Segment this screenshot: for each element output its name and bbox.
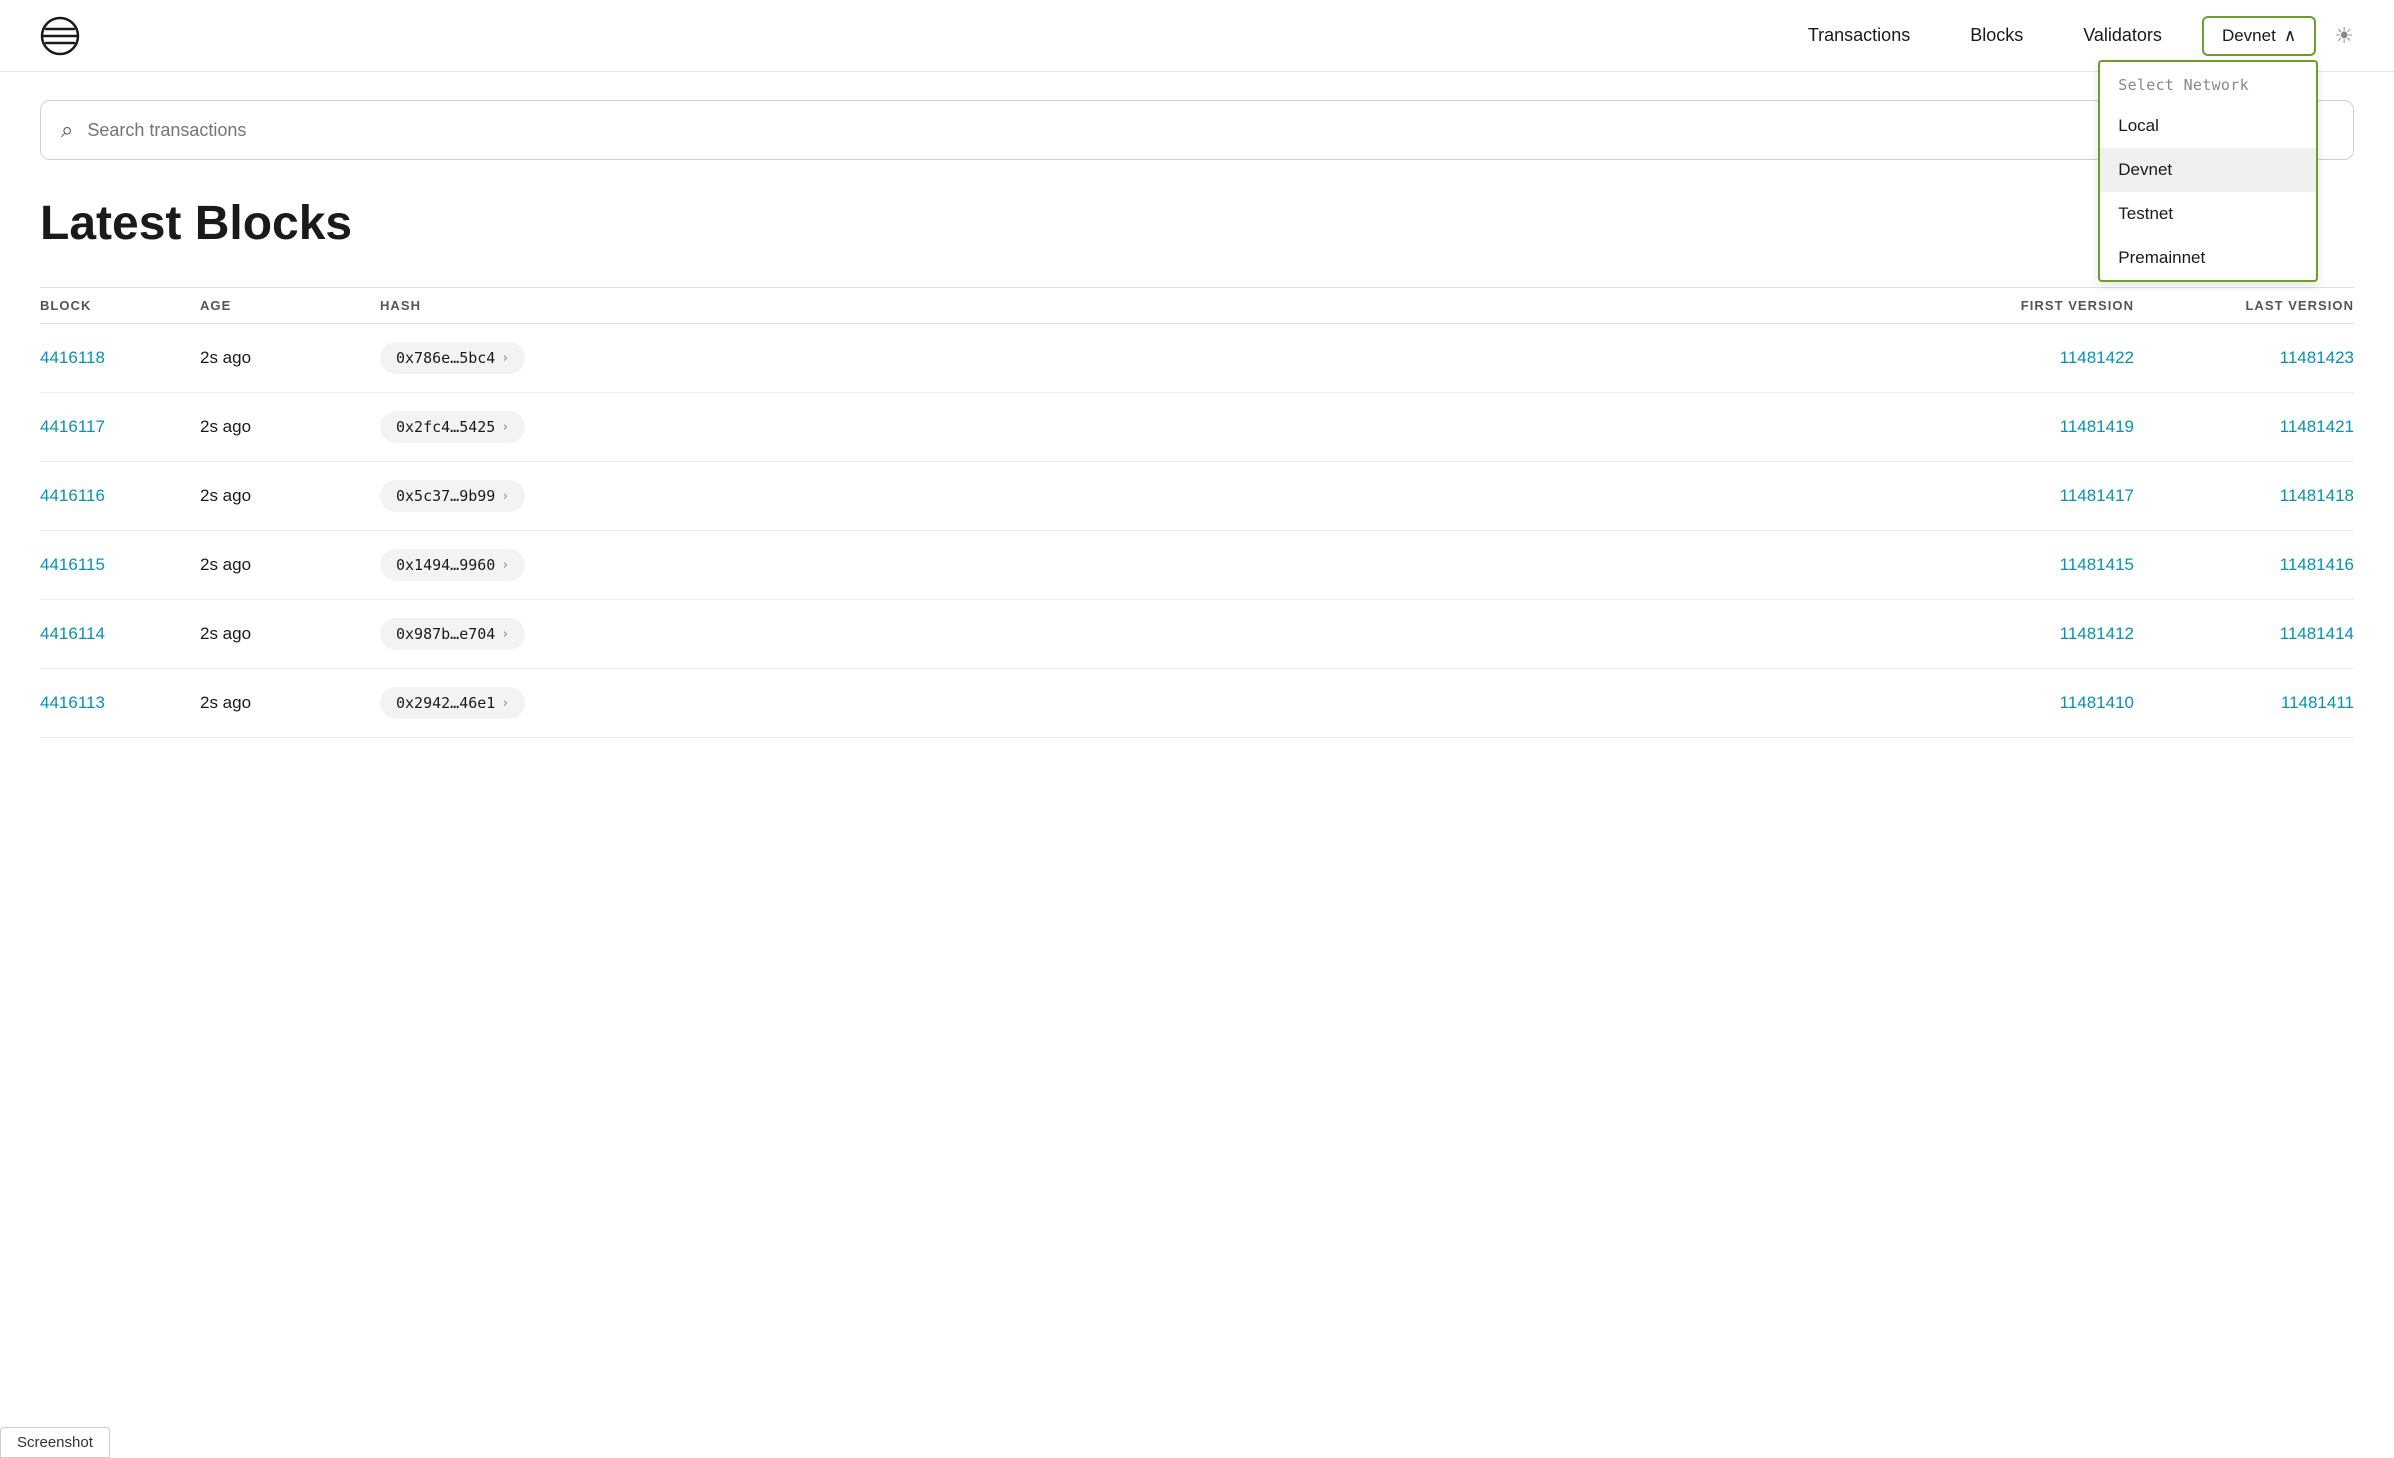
cell-first-version-2[interactable]: 11481417 <box>1914 486 2134 506</box>
cell-first-version-5[interactable]: 11481410 <box>1914 693 2134 713</box>
cell-hash-container-2: 0x5c37…9b99 › <box>380 480 1914 512</box>
dropdown-header: Select Network <box>2100 62 2316 104</box>
cell-last-version-3[interactable]: 11481416 <box>2134 555 2354 575</box>
hash-arrow-1: › <box>501 420 509 435</box>
cell-first-version-1[interactable]: 11481419 <box>1914 417 2134 437</box>
nav-transactions[interactable]: Transactions <box>1808 25 1910 46</box>
cell-hash-container-5: 0x2942…46e1 › <box>380 687 1914 719</box>
logo[interactable] <box>40 16 80 56</box>
table-row: 4416117 2s ago 0x2fc4…5425 › 11481419 11… <box>40 393 2354 462</box>
cell-first-version-4[interactable]: 11481412 <box>1914 624 2134 644</box>
cell-last-version-2[interactable]: 11481418 <box>2134 486 2354 506</box>
search-input[interactable] <box>87 120 2333 141</box>
table-row: 4416113 2s ago 0x2942…46e1 › 11481410 11… <box>40 669 2354 738</box>
cell-first-version-3[interactable]: 11481415 <box>1914 555 2134 575</box>
network-dropdown: Select Network Local Devnet Testnet Prem… <box>2098 60 2318 282</box>
screenshot-label: Screenshot <box>0 1427 110 1458</box>
table-header: BLOCK AGE HASH FIRST VERSION LAST VERSIO… <box>40 287 2354 324</box>
cell-last-version-5[interactable]: 11481411 <box>2134 693 2354 713</box>
cell-block-2[interactable]: 4416116 <box>40 486 200 506</box>
cell-hash-5[interactable]: 0x2942…46e1 › <box>380 687 525 719</box>
cell-hash-2[interactable]: 0x5c37…9b99 › <box>380 480 525 512</box>
table-row: 4416114 2s ago 0x987b…e704 › 11481412 11… <box>40 600 2354 669</box>
network-button[interactable]: Devnet ∧ <box>2202 16 2316 56</box>
cell-last-version-4[interactable]: 11481414 <box>2134 624 2354 644</box>
cell-hash-1[interactable]: 0x2fc4…5425 › <box>380 411 525 443</box>
cell-hash-4[interactable]: 0x987b…e704 › <box>380 618 525 650</box>
search-bar: ⌕ <box>40 100 2354 160</box>
cell-block-4[interactable]: 4416114 <box>40 624 200 644</box>
main-nav: Transactions Blocks Validators <box>1808 25 2162 46</box>
cell-hash-0[interactable]: 0x786e…5bc4 › <box>380 342 525 374</box>
logo-icon <box>40 16 80 56</box>
col-last-version: LAST VERSION <box>2134 298 2354 313</box>
nav-validators[interactable]: Validators <box>2083 25 2162 46</box>
cell-block-3[interactable]: 4416115 <box>40 555 200 575</box>
network-option-devnet[interactable]: Devnet <box>2100 148 2316 192</box>
network-option-local[interactable]: Local <box>2100 104 2316 148</box>
col-block: BLOCK <box>40 298 200 313</box>
cell-last-version-0[interactable]: 11481423 <box>2134 348 2354 368</box>
nav-blocks[interactable]: Blocks <box>1970 25 2023 46</box>
network-option-testnet[interactable]: Testnet <box>2100 192 2316 236</box>
cell-block-1[interactable]: 4416117 <box>40 417 200 437</box>
cell-hash-container-0: 0x786e…5bc4 › <box>380 342 1914 374</box>
search-icon: ⌕ <box>61 117 73 143</box>
theme-toggle-button[interactable]: ☀ <box>2334 23 2354 49</box>
cell-hash-3[interactable]: 0x1494…9960 › <box>380 549 525 581</box>
main-content: Latest Blocks BLOCK AGE HASH FIRST VERSI… <box>0 160 2394 738</box>
cell-block-5[interactable]: 4416113 <box>40 693 200 713</box>
header: Transactions Blocks Validators Devnet ∧ … <box>0 0 2394 72</box>
col-first-version: FIRST VERSION <box>1914 298 2134 313</box>
cell-age-3: 2s ago <box>200 555 380 575</box>
hash-arrow-2: › <box>501 489 509 504</box>
page-title: Latest Blocks <box>40 196 2354 251</box>
hash-arrow-3: › <box>501 558 509 573</box>
cell-age-2: 2s ago <box>200 486 380 506</box>
cell-last-version-1[interactable]: 11481421 <box>2134 417 2354 437</box>
cell-age-0: 2s ago <box>200 348 380 368</box>
cell-first-version-0[interactable]: 11481422 <box>1914 348 2134 368</box>
network-button-label: Devnet <box>2222 26 2276 46</box>
col-age: AGE <box>200 298 380 313</box>
cell-hash-container-3: 0x1494…9960 › <box>380 549 1914 581</box>
cell-age-1: 2s ago <box>200 417 380 437</box>
network-selector: Devnet ∧ Select Network Local Devnet Tes… <box>2202 16 2316 56</box>
network-button-arrow: ∧ <box>2284 26 2296 46</box>
network-option-premainnet[interactable]: Premainnet <box>2100 236 2316 280</box>
cell-block-0[interactable]: 4416118 <box>40 348 200 368</box>
hash-arrow-5: › <box>501 696 509 711</box>
col-hash: HASH <box>380 298 1914 313</box>
table-row: 4416118 2s ago 0x786e…5bc4 › 11481422 11… <box>40 324 2354 393</box>
table-row: 4416115 2s ago 0x1494…9960 › 11481415 11… <box>40 531 2354 600</box>
cell-age-4: 2s ago <box>200 624 380 644</box>
hash-arrow-4: › <box>501 627 509 642</box>
cell-age-5: 2s ago <box>200 693 380 713</box>
hash-arrow-0: › <box>501 351 509 366</box>
cell-hash-container-1: 0x2fc4…5425 › <box>380 411 1914 443</box>
table-row: 4416116 2s ago 0x5c37…9b99 › 11481417 11… <box>40 462 2354 531</box>
table-body: 4416118 2s ago 0x786e…5bc4 › 11481422 11… <box>40 324 2354 738</box>
cell-hash-container-4: 0x987b…e704 › <box>380 618 1914 650</box>
